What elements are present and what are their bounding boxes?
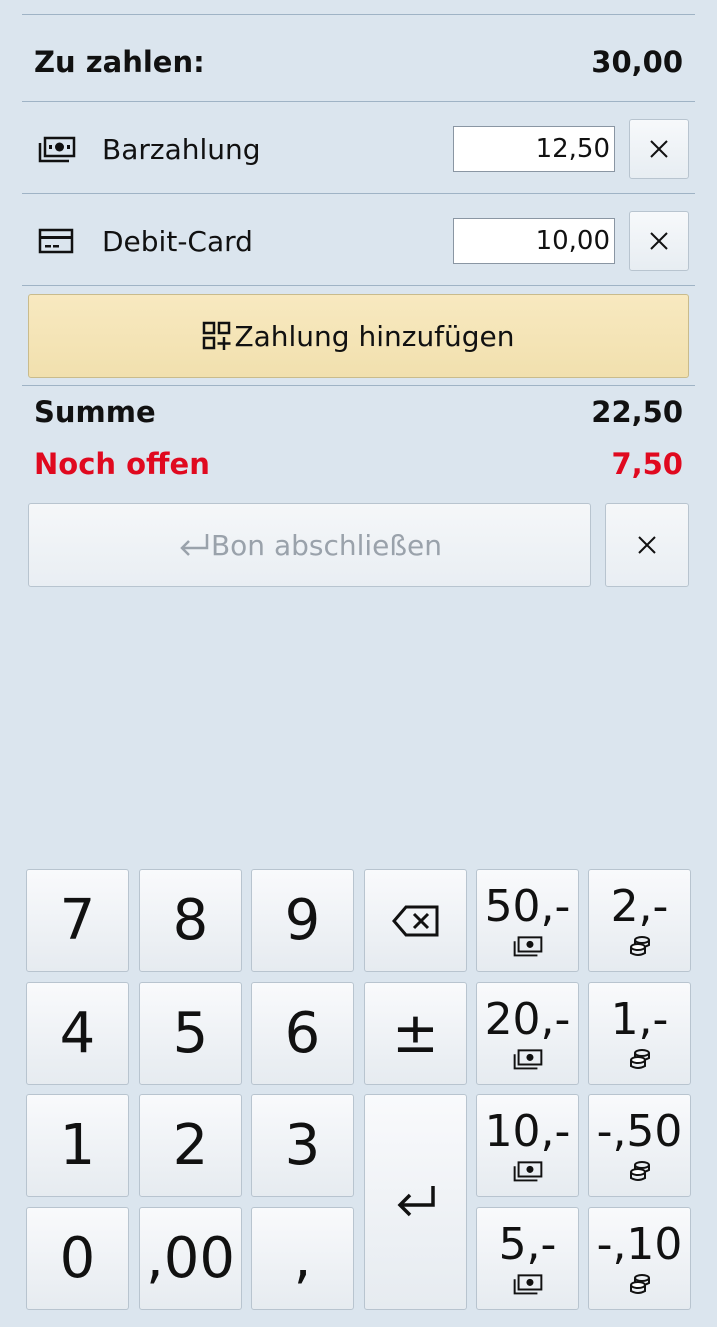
backspace-icon — [391, 905, 438, 936]
key-7[interactable]: 7 — [26, 869, 129, 972]
key-label: ± — [392, 1000, 439, 1066]
key-00[interactable]: ,00 — [139, 1207, 242, 1310]
key-label: 2,- — [610, 880, 669, 932]
amount-due-row: Zu zahlen: 30,00 — [34, 40, 683, 84]
amount-due-label: Zu zahlen: — [34, 45, 205, 79]
key-label: 3 — [284, 1112, 321, 1178]
payment-amount-input[interactable] — [453, 218, 615, 264]
key-note-10[interactable]: 10,- — [476, 1094, 579, 1197]
key-label: 4 — [59, 1000, 96, 1066]
divider — [22, 385, 695, 386]
key-label: 50,- — [484, 880, 571, 932]
banknote-icon — [513, 1160, 542, 1181]
coins-icon — [629, 935, 650, 956]
key-label: -,50 — [596, 1105, 683, 1157]
sum-value: 22,50 — [591, 395, 683, 429]
key-6[interactable]: 6 — [251, 982, 354, 1085]
key-label: 9 — [284, 887, 321, 953]
banknote-icon — [513, 935, 542, 956]
key-8[interactable]: 8 — [139, 869, 242, 972]
key-coin-050[interactable]: -,50 — [588, 1094, 691, 1197]
divider — [22, 14, 695, 15]
key-label: -,10 — [596, 1218, 683, 1270]
key-label: 8 — [172, 887, 209, 953]
key-label: , — [293, 1225, 312, 1291]
close-receipt-label: Bon abschließen — [210, 528, 443, 562]
key-label: 5,- — [498, 1218, 557, 1270]
close-icon — [638, 536, 656, 554]
add-payment-button[interactable]: Zahlung hinzufügen — [28, 294, 689, 378]
cash-icon — [38, 135, 82, 163]
amount-due-value: 30,00 — [591, 45, 683, 79]
payment-screen: Zu zahlen: 30,00 Barzahlung 12,50 Debit-… — [0, 0, 717, 1327]
coins-icon — [629, 1048, 650, 1069]
coins-icon — [629, 1273, 650, 1294]
key-5[interactable]: 5 — [139, 982, 242, 1085]
banknote-icon — [513, 1048, 542, 1069]
payment-row-debit: Debit-Card — [22, 210, 695, 272]
payment-row-cash: Barzahlung — [22, 118, 695, 180]
key-label: 6 — [284, 1000, 321, 1066]
key-1[interactable]: 1 — [26, 1094, 129, 1197]
remove-payment-button[interactable] — [629, 211, 689, 271]
key-label: 5 — [172, 1000, 209, 1066]
key-label: 1 — [59, 1112, 96, 1178]
card-icon — [38, 227, 82, 255]
key-4[interactable]: 4 — [26, 982, 129, 1085]
key-2[interactable]: 2 — [139, 1094, 242, 1197]
key-9[interactable]: 9 — [251, 869, 354, 972]
banknote-icon — [513, 1273, 542, 1294]
payment-amount-input[interactable] — [453, 126, 615, 172]
key-coin-1[interactable]: 1,- — [588, 982, 691, 1085]
enter-icon — [180, 534, 209, 556]
key-0[interactable]: 0 — [26, 1207, 129, 1310]
payment-method-label: Debit-Card — [102, 224, 253, 258]
open-amount-row: Noch offen 7,50 — [34, 444, 683, 484]
key-label: 7 — [59, 887, 96, 953]
close-icon — [650, 140, 668, 158]
key-label: 2 — [172, 1112, 209, 1178]
key-label: 0 — [59, 1225, 96, 1291]
plus-minus-key[interactable]: ± — [364, 982, 467, 1085]
close-receipt-button[interactable]: Bon abschließen — [28, 503, 591, 587]
open-amount-value: 7,50 — [611, 447, 683, 481]
key-coin-2[interactable]: 2,- — [588, 869, 691, 972]
close-icon — [650, 232, 668, 250]
key-note-50[interactable]: 50,- — [476, 869, 579, 972]
enter-icon — [397, 1186, 435, 1217]
sum-row: Summe 22,50 — [34, 392, 683, 432]
payment-method-label: Barzahlung — [102, 132, 261, 166]
coins-icon — [629, 1160, 650, 1181]
enter-key[interactable] — [364, 1094, 467, 1310]
key-label: ,00 — [145, 1225, 236, 1291]
divider — [22, 193, 695, 194]
add-payment-icon — [203, 321, 231, 350]
key-label: 20,- — [484, 993, 571, 1045]
key-note-5[interactable]: 5,- — [476, 1207, 579, 1310]
open-amount-label: Noch offen — [34, 447, 210, 481]
divider — [22, 285, 695, 286]
backspace-key[interactable] — [364, 869, 467, 972]
key-3[interactable]: 3 — [251, 1094, 354, 1197]
cancel-button[interactable] — [605, 503, 689, 587]
divider — [22, 101, 695, 102]
add-payment-label: Zahlung hinzufügen — [234, 319, 515, 353]
key-coin-010[interactable]: -,10 — [588, 1207, 691, 1310]
sum-label: Summe — [34, 395, 156, 429]
key-comma[interactable]: , — [251, 1207, 354, 1310]
key-note-20[interactable]: 20,- — [476, 982, 579, 1085]
key-label: 1,- — [610, 993, 669, 1045]
remove-payment-button[interactable] — [629, 119, 689, 179]
key-label: 10,- — [484, 1105, 571, 1157]
